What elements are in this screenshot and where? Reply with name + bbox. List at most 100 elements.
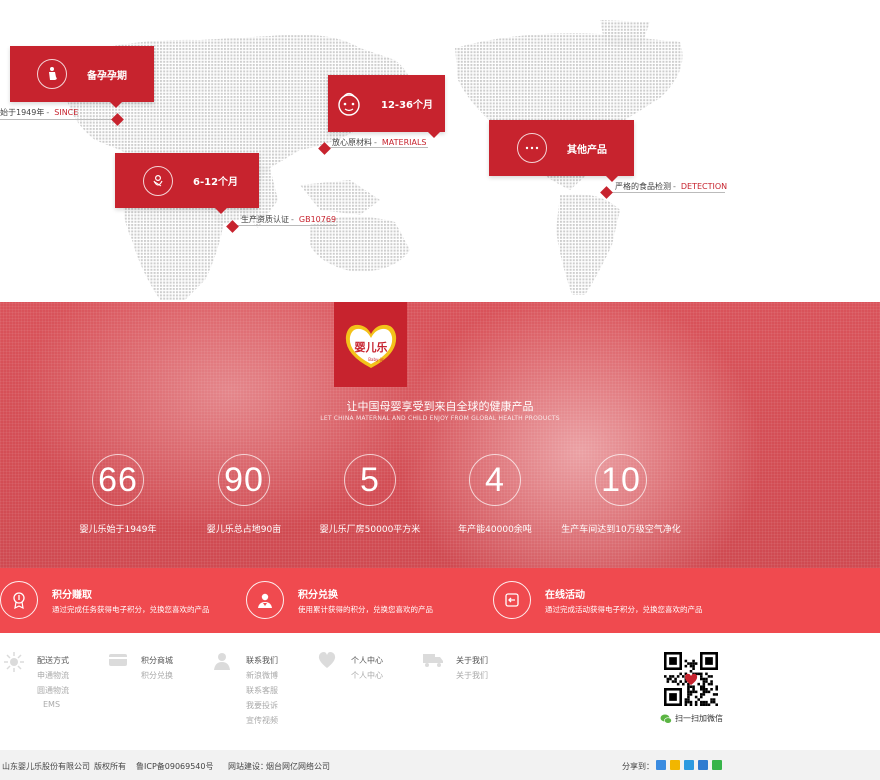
milestone-card-pregnancy[interactable]: 备孕孕期 bbox=[10, 46, 154, 108]
share-label: 分享到： bbox=[622, 762, 654, 771]
footer-link[interactable]: EMS bbox=[37, 700, 69, 709]
swaddled-baby-icon bbox=[143, 165, 173, 196]
share-renren-icon[interactable] bbox=[698, 760, 708, 770]
points-exchange-item[interactable]: 积分兑换 使用累计获得的积分，兑换您喜欢的产品 bbox=[246, 581, 433, 619]
user-exchange-icon bbox=[246, 581, 284, 619]
logo-text: 婴儿乐 bbox=[354, 340, 387, 354]
build-label: 网站建设： bbox=[228, 762, 268, 771]
points-exchange-text: 积分兑换 使用累计获得的积分，兑换您喜欢的产品 bbox=[298, 586, 433, 615]
stat-value: 4 bbox=[469, 454, 521, 506]
qr-caption-text: 扫一扫加微信 bbox=[675, 714, 723, 723]
brand-section: 婴儿乐 Baby-joy 让中国母婴享受到来自全球的健康产品 LET CHINA… bbox=[0, 302, 880, 568]
points-title: 积分兑换 bbox=[298, 589, 338, 601]
stat-item: 90 婴儿乐总占地90亩 bbox=[184, 454, 304, 535]
footer-col-title[interactable]: 积分商城 bbox=[141, 655, 173, 666]
share-wechat-icon[interactable] bbox=[712, 760, 722, 770]
stat-item: 5 婴儿乐厂房50000平方米 bbox=[310, 454, 430, 535]
footer-col-title[interactable]: 联系我们 bbox=[246, 655, 278, 666]
qr-caption: 扫一扫加微信 bbox=[660, 713, 723, 724]
leader-line bbox=[328, 147, 428, 148]
slogan-cn: 让中国母婴享受到来自全球的健康产品 bbox=[346, 400, 534, 413]
stat-value: 10 bbox=[595, 454, 647, 506]
icp-number[interactable]: 鲁ICP备09069540号 bbox=[136, 761, 214, 772]
pregnant-woman-icon bbox=[37, 59, 67, 89]
footer-col-mall: 积分商城 积分兑换 bbox=[109, 654, 173, 681]
points-subtitle: 通过完成任务获得电子积分，兑换您喜欢的产品 bbox=[52, 604, 210, 614]
tag-en: DETECTION bbox=[680, 182, 728, 191]
logo-heart-icon: 婴儿乐 Baby-joy bbox=[345, 324, 396, 368]
share-plus-icon[interactable] bbox=[656, 760, 666, 770]
points-earn-item[interactable]: 积分赚取 通过完成任务获得电子积分，兑换您喜欢的产品 bbox=[0, 581, 210, 619]
tag-en: MATERIALS bbox=[381, 138, 427, 147]
stat-value: 90 bbox=[218, 454, 270, 506]
footer-col-about: 关于我们 关于我们 bbox=[423, 654, 488, 681]
tag-en: GB10769 bbox=[298, 215, 337, 224]
points-activity-text: 在线活动 通过完成活动获得电子积分，兑换您喜欢的产品 bbox=[545, 586, 703, 615]
footer-col-title[interactable]: 关于我们 bbox=[456, 655, 488, 666]
bottom-bar: 山东婴儿乐股份有限公司 版权所有 鲁ICP备09069540号 网站建设： 烟台… bbox=[0, 750, 880, 780]
stat-item: 66 婴儿乐始于1949年 bbox=[58, 454, 178, 535]
tag-cn: 始于1949年 bbox=[0, 108, 45, 117]
milestone-title: 其他产品 bbox=[567, 144, 607, 156]
stat-label: 婴儿乐总占地90亩 bbox=[206, 525, 282, 535]
milestone-card-other[interactable]: 其他产品 bbox=[489, 120, 634, 182]
milestone-tag-detection: 严格的食品检测 - DETECTION bbox=[615, 182, 728, 191]
stat-item: 4 年产能40000余吨 bbox=[435, 454, 555, 535]
footer-col-title[interactable]: 个人中心 bbox=[351, 655, 383, 666]
milestone-title: 6-12个月 bbox=[193, 177, 239, 188]
stat-label: 婴儿乐始于1949年 bbox=[79, 525, 157, 535]
milestone-card-12-36[interactable]: 12-36个月 bbox=[328, 75, 445, 138]
tag-cn: 生产资质认证 bbox=[241, 215, 289, 224]
builder-link[interactable]: 烟台网亿网络公司 bbox=[266, 761, 330, 772]
qr-code[interactable] bbox=[664, 652, 718, 706]
milestone-card-6-12[interactable]: 6-12个月 bbox=[115, 153, 259, 214]
world-map-section: 备孕孕期 始于1949年 - SINCE 12-36个月 放心原材料 - MATERIA… bbox=[0, 0, 880, 302]
copyright-text: 版权所有 bbox=[94, 762, 126, 771]
points-band: 积分赚取 通过完成任务获得电子积分，兑换您喜欢的产品 积分兑换 使用累计获得的积… bbox=[0, 568, 880, 633]
footer-link[interactable]: 宣传视频 bbox=[246, 715, 278, 726]
points-title: 积分赚取 bbox=[52, 589, 92, 601]
share-qzone-icon[interactable] bbox=[670, 760, 680, 770]
points-activity-item[interactable]: 在线活动 通过完成活动获得电子积分，兑换您喜欢的产品 bbox=[493, 581, 703, 619]
footer-col-user: 个人中心 个人中心 bbox=[318, 652, 383, 681]
points-earn-text: 积分赚取 通过完成任务获得电子积分，兑换您喜欢的产品 bbox=[52, 586, 210, 615]
person-icon bbox=[214, 653, 230, 670]
milestone-title: 12-36个月 bbox=[381, 100, 433, 111]
logo-sub: Baby-joy bbox=[368, 357, 386, 362]
milestone-tag-since: 始于1949年 - SINCE bbox=[0, 108, 79, 117]
footer-link[interactable]: 关于我们 bbox=[456, 670, 488, 681]
footer-link[interactable]: 积分兑换 bbox=[141, 670, 173, 681]
more-dots-icon bbox=[517, 133, 547, 163]
tag-cn: 严格的食品检测 bbox=[615, 182, 671, 191]
heart-icon bbox=[318, 652, 336, 668]
footer-link[interactable]: 圆通物流 bbox=[37, 685, 69, 696]
stat-label: 婴儿乐厂房50000平方米 bbox=[319, 525, 421, 535]
footer-col-contact: 联系我们 新浪微博 联系客服 我要投诉 宣传视频 bbox=[214, 653, 278, 726]
sun-icon bbox=[4, 652, 24, 672]
brand-logo[interactable]: 婴儿乐 Baby-joy bbox=[334, 302, 407, 387]
login-arrow-icon bbox=[493, 581, 531, 619]
footer-link[interactable]: 个人中心 bbox=[351, 670, 383, 681]
points-subtitle: 通过完成活动获得电子积分，兑换您喜欢的产品 bbox=[545, 604, 703, 614]
footer-link[interactable]: 申通物流 bbox=[37, 670, 69, 681]
milestone-title: 备孕孕期 bbox=[87, 70, 127, 82]
tag-en: SINCE bbox=[54, 108, 79, 117]
footer-col-title[interactable]: 配送方式 bbox=[37, 655, 69, 666]
footer-link[interactable]: 联系客服 bbox=[246, 685, 278, 696]
medal-icon bbox=[0, 581, 38, 619]
stat-value: 66 bbox=[92, 454, 144, 506]
leader-line bbox=[610, 192, 725, 193]
footer-links: 配送方式 申通物流 圆通物流 EMS 积分商城 积分兑换 联系我们 新浪微博 联… bbox=[0, 633, 880, 750]
points-title: 在线活动 bbox=[545, 589, 585, 601]
slogan-en: LET CHINA MATERNAL AND CHILD ENJOY FROM … bbox=[320, 415, 560, 422]
stat-label: 年产能40000余吨 bbox=[458, 525, 532, 535]
company-name: 山东婴儿乐股份有限公司 bbox=[2, 762, 90, 771]
stat-value: 5 bbox=[344, 454, 396, 506]
points-subtitle: 使用累计获得的积分，兑换您喜欢的产品 bbox=[298, 604, 433, 614]
share-weibo-icon[interactable] bbox=[684, 760, 694, 770]
leader-line bbox=[0, 119, 112, 120]
footer-link[interactable]: 新浪微博 bbox=[246, 670, 278, 681]
footer-link[interactable]: 我要投诉 bbox=[246, 700, 278, 711]
stat-label: 生产车间达到10万级空气净化 bbox=[561, 525, 681, 535]
footer-col-delivery: 配送方式 申通物流 圆通物流 EMS bbox=[4, 652, 69, 709]
